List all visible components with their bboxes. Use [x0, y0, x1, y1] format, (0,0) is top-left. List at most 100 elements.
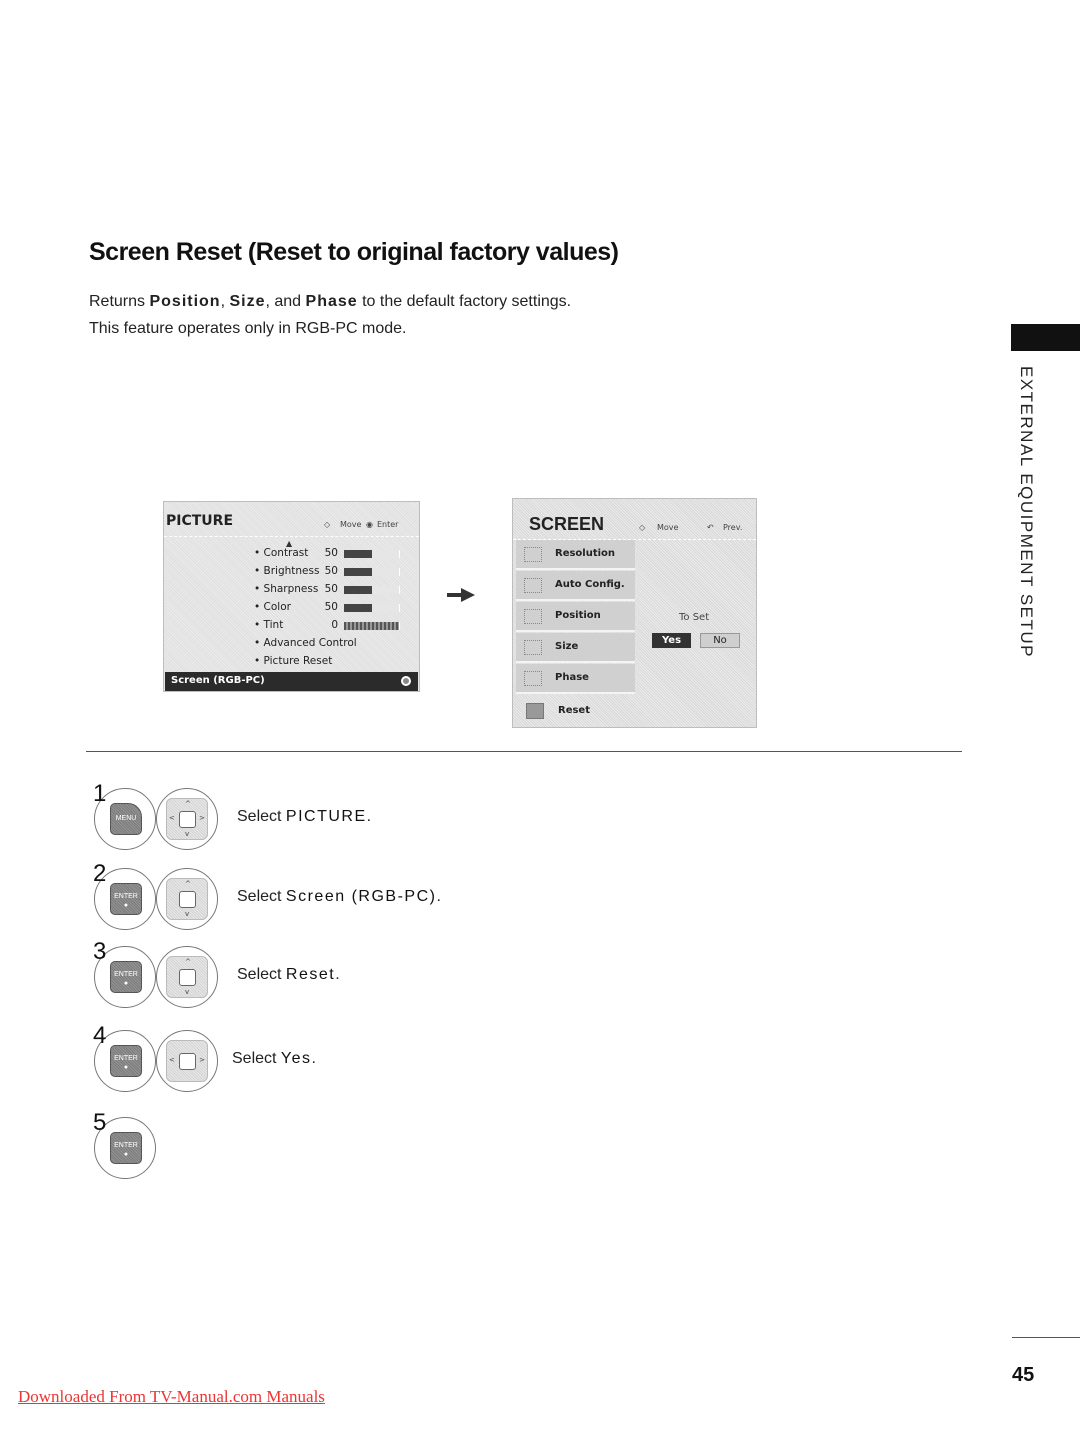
setting-value: 50 — [324, 601, 338, 613]
setting-row-color[interactable]: • Color 50 — [254, 601, 414, 617]
setting-label: • Color — [254, 601, 291, 613]
term-size: Size — [229, 293, 266, 310]
item-label: Phase — [555, 672, 589, 683]
enter-icon — [401, 676, 411, 686]
item-label: Position — [555, 610, 601, 621]
step-text: . — [366, 808, 372, 825]
step-text: Select — [237, 808, 286, 825]
term-position: Position — [149, 293, 221, 310]
key-label: ENTER — [114, 971, 138, 978]
move-icon: ◇ — [639, 523, 646, 532]
position-icon — [524, 609, 542, 624]
resolution-icon — [524, 547, 542, 562]
bar-fill — [344, 568, 372, 576]
enter-hint: Enter — [377, 520, 399, 529]
setting-row-contrast[interactable]: • Contrast 50 — [254, 547, 414, 563]
desc-text: , and — [265, 293, 306, 310]
bar-fill — [344, 586, 372, 594]
download-source-link[interactable]: Downloaded From TV-Manual.com Manuals — [18, 1387, 325, 1407]
setting-label: • Contrast — [254, 547, 309, 559]
setting-bar — [344, 550, 400, 558]
item-label: Auto Config. — [555, 579, 625, 590]
term-phase: Phase — [305, 293, 358, 310]
prev-hint: Prev. — [723, 523, 743, 532]
step-term: Yes — [280, 1050, 312, 1067]
description-line-2: This feature operates only in RGB-PC mod… — [89, 320, 407, 337]
setting-row-tint[interactable]: • Tint 0 — [254, 619, 414, 635]
enter-key-icon: ENTER ● — [110, 961, 142, 993]
setting-bar — [344, 586, 400, 594]
prev-icon: ↶ — [707, 523, 714, 532]
remote-key: ^ < > v — [156, 788, 218, 850]
step-text: Select — [237, 888, 286, 905]
desc-text: Returns — [89, 293, 150, 310]
picture-menu-screenshot: PICTURE ◇ Move ◉ Enter ▲ • Contrast 50 •… — [163, 501, 420, 692]
step-3: ENTER ● ^ v 3 Select Reset. — [90, 938, 590, 1026]
step-term: Reset — [285, 966, 336, 983]
link-label: • Advanced Control — [254, 637, 357, 649]
right-arrow-icon — [447, 588, 475, 602]
remote-key: < > — [156, 1030, 218, 1092]
remote-key: ^ v — [156, 946, 218, 1008]
setting-label: • Sharpness — [254, 583, 319, 595]
no-button[interactable]: No — [700, 633, 740, 648]
step-5: ENTER ● 5 — [90, 1109, 590, 1197]
enter-key-icon: ENTER ● — [110, 883, 142, 915]
screen-item-reset[interactable]: Reset — [516, 698, 754, 726]
section-divider — [86, 751, 962, 752]
screen-item-phase[interactable]: Phase — [516, 664, 635, 694]
step-number: 3 — [93, 938, 107, 965]
step-text: . — [436, 888, 441, 905]
screen-menu-screenshot: SCREEN ◇ Move ↶ Prev. Resolution Auto Co… — [512, 498, 757, 728]
setting-row-sharpness[interactable]: • Sharpness 50 — [254, 583, 414, 599]
setting-row-brightness[interactable]: • Brightness 50 — [254, 565, 414, 581]
chapter-tab-marker — [1011, 324, 1080, 351]
setting-value: 50 — [324, 547, 338, 559]
move-hint: Move — [657, 523, 679, 532]
menu-key-icon: MENU — [110, 803, 142, 835]
picture-menu-title: PICTURE — [166, 513, 234, 529]
enter-key-icon: ENTER ● — [110, 1132, 142, 1164]
setting-label: • Brightness — [254, 565, 320, 577]
menu-link-picture-reset[interactable]: • Picture Reset — [254, 655, 414, 671]
screen-item-position[interactable]: Position — [516, 602, 635, 632]
chapter-label: EXTERNAL EQUIPMENT SETUP — [1017, 366, 1036, 658]
desc-text: to the default factory settings. — [357, 293, 572, 310]
reset-icon — [526, 703, 544, 719]
setting-label: • Tint — [254, 619, 284, 631]
tint-bar — [344, 622, 400, 630]
menu-link-advanced-control[interactable]: • Advanced Control — [254, 637, 414, 653]
section-title: Screen Reset (Reset to original factory … — [89, 238, 619, 266]
setting-value: 50 — [324, 583, 338, 595]
bar-fill — [344, 604, 372, 612]
step-term: Screen (RGB-PC) — [285, 888, 437, 905]
setting-value: 50 — [324, 565, 338, 577]
enter-key-icon: ENTER ● — [110, 1045, 142, 1077]
navigation-pad-icon: ^ v — [166, 878, 208, 920]
step-instruction: Select Reset. — [237, 966, 340, 984]
description-line-1: Returns Position, Size, and Phase to the… — [89, 293, 571, 311]
step-text: . — [335, 966, 340, 983]
step-instruction: Select PICTURE. — [237, 808, 371, 826]
screen-item-size[interactable]: Size — [516, 633, 635, 663]
screen-item-resolution[interactable]: Resolution — [516, 540, 635, 570]
step-number: 1 — [93, 780, 107, 807]
navigation-pad-icon: ^ < > v — [166, 798, 208, 840]
step-term: PICTURE — [285, 808, 367, 825]
page-number: 45 — [1012, 1364, 1035, 1386]
bar-fill — [344, 550, 372, 558]
navigation-pad-icon: ^ v — [166, 956, 208, 998]
yes-button[interactable]: Yes — [652, 633, 691, 648]
setting-value: 0 — [331, 619, 338, 631]
screen-menu-title: SCREEN — [529, 514, 605, 534]
remote-key: ^ v — [156, 868, 218, 930]
setting-bar — [344, 604, 400, 612]
step-instruction: Select Screen (RGB-PC). — [237, 888, 441, 906]
step-1: MENU ^ < > v 1 Select PICTURE. — [90, 780, 590, 868]
screen-item-auto-config[interactable]: Auto Config. — [516, 571, 635, 601]
step-instruction: Select Yes. — [232, 1050, 316, 1068]
selected-item-screen-rgb-pc[interactable]: Screen (RGB-PC) — [165, 672, 418, 691]
selected-label: Screen (RGB-PC) — [171, 675, 265, 686]
step-number: 4 — [93, 1022, 107, 1049]
step-text: Select — [237, 966, 286, 983]
